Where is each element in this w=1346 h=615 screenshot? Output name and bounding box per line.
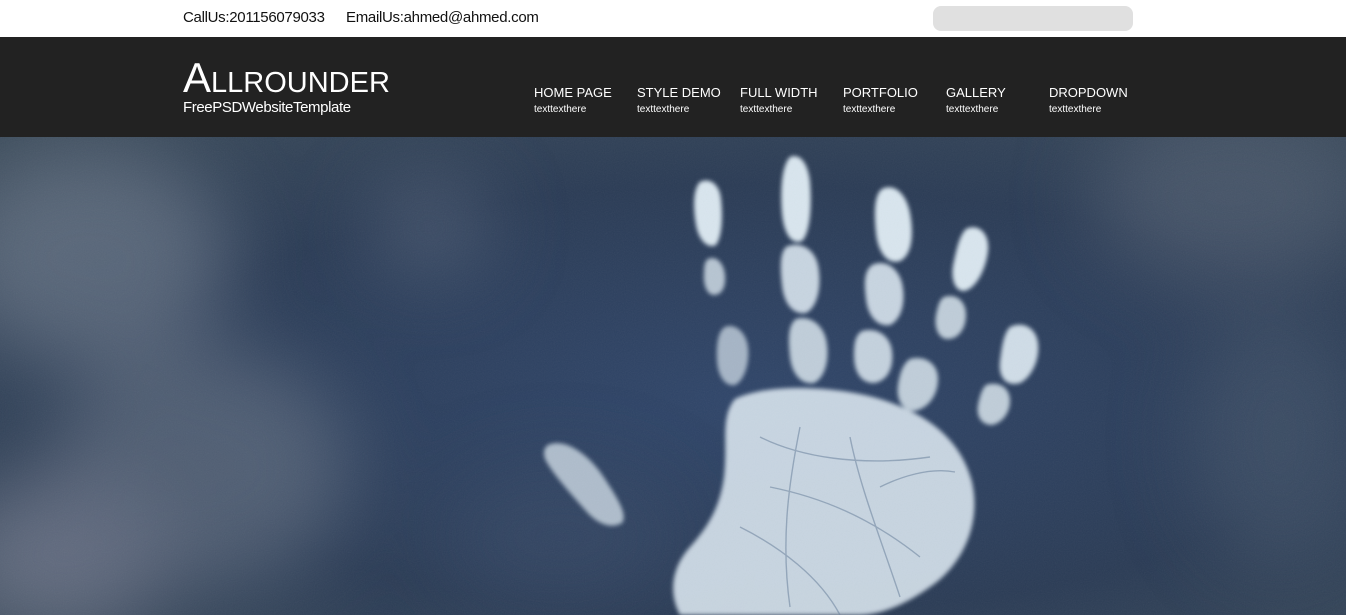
site-header: ALLROUNDER FreePSDWebsiteTemplate HOME P… — [0, 37, 1346, 137]
nav-item-subtext: texttexthere — [1049, 104, 1102, 115]
nav-item-subtext: texttexthere — [740, 104, 793, 115]
search-input[interactable] — [933, 6, 1133, 31]
nav-item-portfolio[interactable]: PORTFOLIO texttexthere — [843, 85, 943, 116]
nav-item-style-demo[interactable]: STYLE DEMO texttexthere — [637, 85, 737, 116]
nav-item-subtext: texttexthere — [637, 104, 690, 115]
nav-item-label: PORTFOLIO — [843, 85, 918, 100]
nav-item-gallery[interactable]: GALLERY texttexthere — [946, 85, 1046, 116]
call-us-text: CallUs:201156079033 — [183, 9, 325, 26]
nav-item-subtext: texttexthere — [534, 104, 587, 115]
nav-item-label: GALLERY — [946, 85, 1006, 100]
nav-item-dropdown[interactable]: DROPDOWN texttexthere — [1049, 85, 1149, 116]
logo-first-letter: A — [183, 54, 212, 101]
handprint-hero-image — [0, 137, 1346, 615]
logo-rest-text: LLROUNDER — [211, 67, 390, 99]
site-logo[interactable]: ALLROUNDER — [183, 57, 390, 99]
nav-item-home-page[interactable]: HOME PAGE texttexthere — [534, 85, 634, 116]
site-tagline: FreePSDWebsiteTemplate — [183, 99, 351, 116]
nav-item-full-width[interactable]: FULL WIDTH texttexthere — [740, 85, 840, 116]
nav-item-label: FULL WIDTH — [740, 85, 818, 100]
nav-item-label: DROPDOWN — [1049, 85, 1128, 100]
top-bar: CallUs:201156079033 EmailUs:ahmed@ahmed.… — [0, 0, 1346, 37]
nav-item-label: STYLE DEMO — [637, 85, 721, 100]
email-us-text[interactable]: EmailUs:ahmed@ahmed.com — [346, 9, 539, 26]
nav-item-label: HOME PAGE — [534, 85, 612, 100]
nav-item-subtext: texttexthere — [843, 104, 896, 115]
nav-item-subtext: texttexthere — [946, 104, 999, 115]
hero-banner — [0, 137, 1346, 615]
